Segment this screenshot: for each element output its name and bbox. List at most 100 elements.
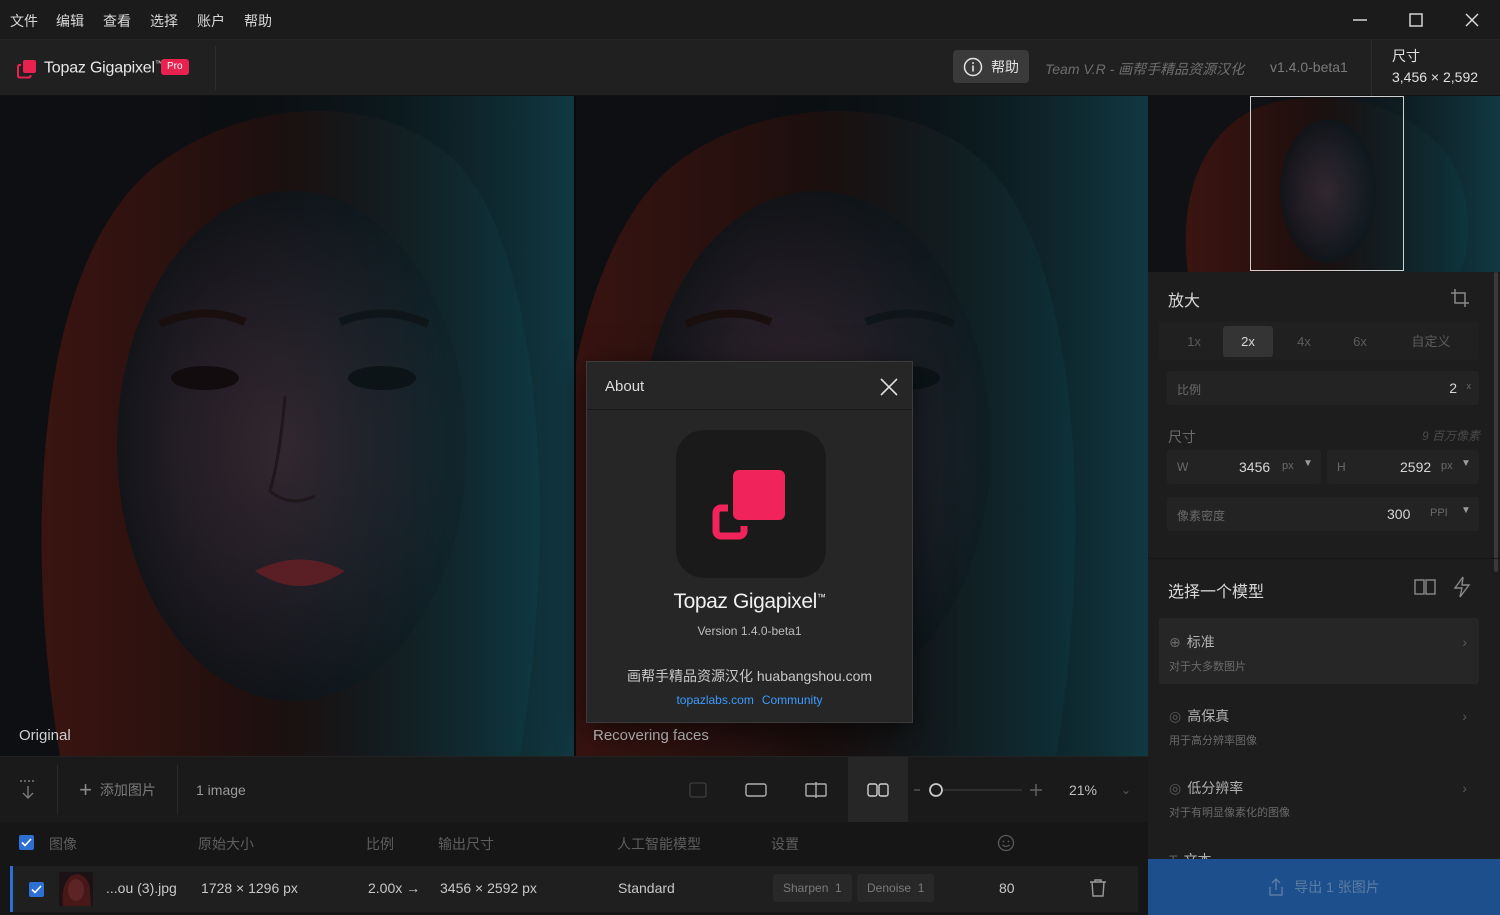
menu-view[interactable]: 查看 [103, 11, 131, 31]
chevron-down-icon[interactable]: ▼ [1461, 505, 1471, 516]
export-button[interactable]: 导出 1 张图片 [1148, 859, 1500, 915]
model-icon: ⊕ [1169, 634, 1181, 650]
output-size: 3456 × 2592 px [440, 880, 537, 896]
app-header: Topaz Gigapixel™ Pro 帮助 Team V.R - 画帮手精品… [0, 40, 1500, 96]
chevron-right-icon: › [1462, 634, 1467, 650]
enlarge-title: 放大 [1168, 293, 1201, 310]
denoise-chip[interactable]: Denoise 1 [857, 874, 935, 902]
menu-edit[interactable]: 编辑 [56, 11, 84, 31]
divider [1148, 558, 1500, 559]
navigator-thumbnail[interactable] [1148, 96, 1500, 272]
split-view-icon [805, 782, 827, 798]
info-icon [963, 57, 983, 76]
model-standard[interactable]: ⊕ 标准 对于大多数图片 › [1159, 618, 1479, 684]
menu-file[interactable]: 文件 [10, 11, 38, 31]
model-high-fidelity[interactable]: ◎ 高保真 用于高分辨率图像 › [1159, 692, 1479, 758]
ai-model: Standard [618, 880, 675, 896]
view-split-button[interactable] [796, 757, 836, 823]
topaz-logo-icon [17, 60, 36, 79]
output-size-label: 尺寸 [1392, 48, 1420, 64]
column-scale[interactable]: 比例 [366, 834, 394, 854]
close-icon [1465, 13, 1479, 27]
ratio-label: 比例 [1177, 383, 1202, 397]
file-list: 图像 原始大小 比例 输出尺寸 人工智能模型 设置 ...ou (3).jpg … [0, 822, 1148, 915]
chevron-down-icon[interactable]: ▼ [1461, 458, 1471, 469]
plus-icon: + [79, 777, 92, 802]
about-links: topazlabs.com Community [587, 693, 912, 707]
scale-4x-button[interactable]: 4x [1279, 326, 1329, 357]
pixel-density-field[interactable]: 像素密度 300 PPI ▼ [1167, 497, 1479, 531]
help-button[interactable]: 帮助 [953, 50, 1029, 83]
close-window-button[interactable] [1444, 0, 1500, 40]
close-icon [880, 378, 898, 396]
trash-icon[interactable] [1089, 878, 1107, 898]
sharpen-chip[interactable]: Sharpen 1 [773, 874, 852, 902]
topaz-logo-icon [712, 470, 785, 540]
model-text[interactable]: T 文本 [1159, 836, 1479, 860]
recovering-faces-label: Recovering faces [593, 727, 709, 744]
original-label: Original [19, 727, 71, 744]
width-label: W [1177, 460, 1189, 474]
maximize-button[interactable] [1388, 0, 1444, 40]
scale-custom-button[interactable]: 自定义 [1406, 326, 1456, 357]
view-side-by-side-button[interactable] [848, 757, 908, 823]
face-icon [997, 834, 1015, 852]
lightning-icon[interactable] [1453, 576, 1471, 598]
add-image-button[interactable]: + 添加图片 [70, 757, 165, 823]
community-link[interactable]: Community [762, 693, 823, 707]
width-field[interactable]: W 3456 px ▼ [1167, 450, 1321, 484]
model-title: 选择一个模型 [1168, 584, 1265, 601]
about-close-button[interactable] [876, 374, 902, 400]
zoom-slider-track [914, 783, 1042, 797]
single-view-toggle[interactable] [680, 757, 716, 823]
column-settings[interactable]: 设置 [771, 834, 799, 854]
panel-scrollbar[interactable] [1494, 272, 1498, 572]
row-checkbox[interactable] [29, 882, 44, 897]
check-icon [21, 838, 32, 847]
pixel-density-label: 像素密度 [1177, 509, 1226, 523]
column-ai-model[interactable]: 人工智能模型 [617, 834, 701, 854]
scale-1x-button[interactable]: 1x [1169, 326, 1219, 357]
model-low-resolution[interactable]: ◎ 低分辨率 对于有明显像素化的图像 › [1159, 764, 1479, 830]
minimize-icon [1353, 19, 1367, 21]
scale-2x-button[interactable]: 2x [1223, 326, 1273, 357]
chevron-down-icon[interactable]: ▼ [1303, 458, 1313, 469]
face-recovery-value: 80 [999, 880, 1015, 896]
preview-area[interactable]: Original Recovering faces [0, 96, 1148, 756]
menu-account[interactable]: 账户 [197, 11, 225, 31]
viewport-frame[interactable] [1250, 96, 1404, 271]
add-image-label: 添加图片 [99, 782, 156, 798]
zoom-level[interactable]: 21% [1062, 757, 1104, 823]
portrait-image [0, 96, 574, 756]
file-row[interactable]: ...ou (3).jpg 1728 × 1296 px 2.00x → 345… [10, 866, 1138, 912]
about-credit: 画帮手精品资源汉化 huabangshou.com [626, 668, 873, 684]
download-button[interactable] [8, 757, 48, 823]
column-output-size[interactable]: 输出尺寸 [438, 834, 494, 854]
width-unit: px [1282, 460, 1294, 472]
column-original-size[interactable]: 原始大小 [198, 834, 254, 854]
menu-select[interactable]: 选择 [150, 11, 178, 31]
version-text: v1.4.0-beta1 [1270, 59, 1348, 75]
export-button-label: 导出 1 张图片 [1294, 879, 1380, 895]
original-preview-pane[interactable]: Original [0, 96, 574, 756]
topazlabs-link[interactable]: topazlabs.com [676, 693, 753, 707]
single-view-icon [745, 783, 767, 797]
scale-6x-button[interactable]: 6x [1335, 326, 1385, 357]
chevron-down-icon[interactable]: ⌄ [1112, 757, 1140, 823]
bottom-toolbar: + 添加图片 1 image 21% ⌄ [0, 756, 1148, 823]
help-button-label: 帮助 [991, 58, 1019, 75]
width-value: 3456 [1239, 459, 1271, 475]
column-image[interactable]: 图像 [49, 834, 77, 854]
menu-help[interactable]: 帮助 [244, 11, 272, 31]
about-dialog-title: About [605, 378, 645, 395]
view-single-button[interactable] [736, 757, 776, 823]
zoom-slider[interactable] [912, 757, 1042, 823]
height-field[interactable]: H 2592 px ▼ [1327, 450, 1479, 484]
select-all-checkbox[interactable] [19, 835, 34, 850]
compare-icon[interactable] [1414, 577, 1436, 597]
about-dialog: About Topaz Gigapixel™ Version 1.4.0-bet… [586, 361, 913, 723]
ratio-field[interactable]: 比例 2 x [1167, 371, 1479, 405]
about-version: Version 1.4.0-beta1 [697, 624, 802, 638]
minimize-button[interactable] [1332, 0, 1388, 40]
crop-icon[interactable] [1450, 288, 1470, 308]
